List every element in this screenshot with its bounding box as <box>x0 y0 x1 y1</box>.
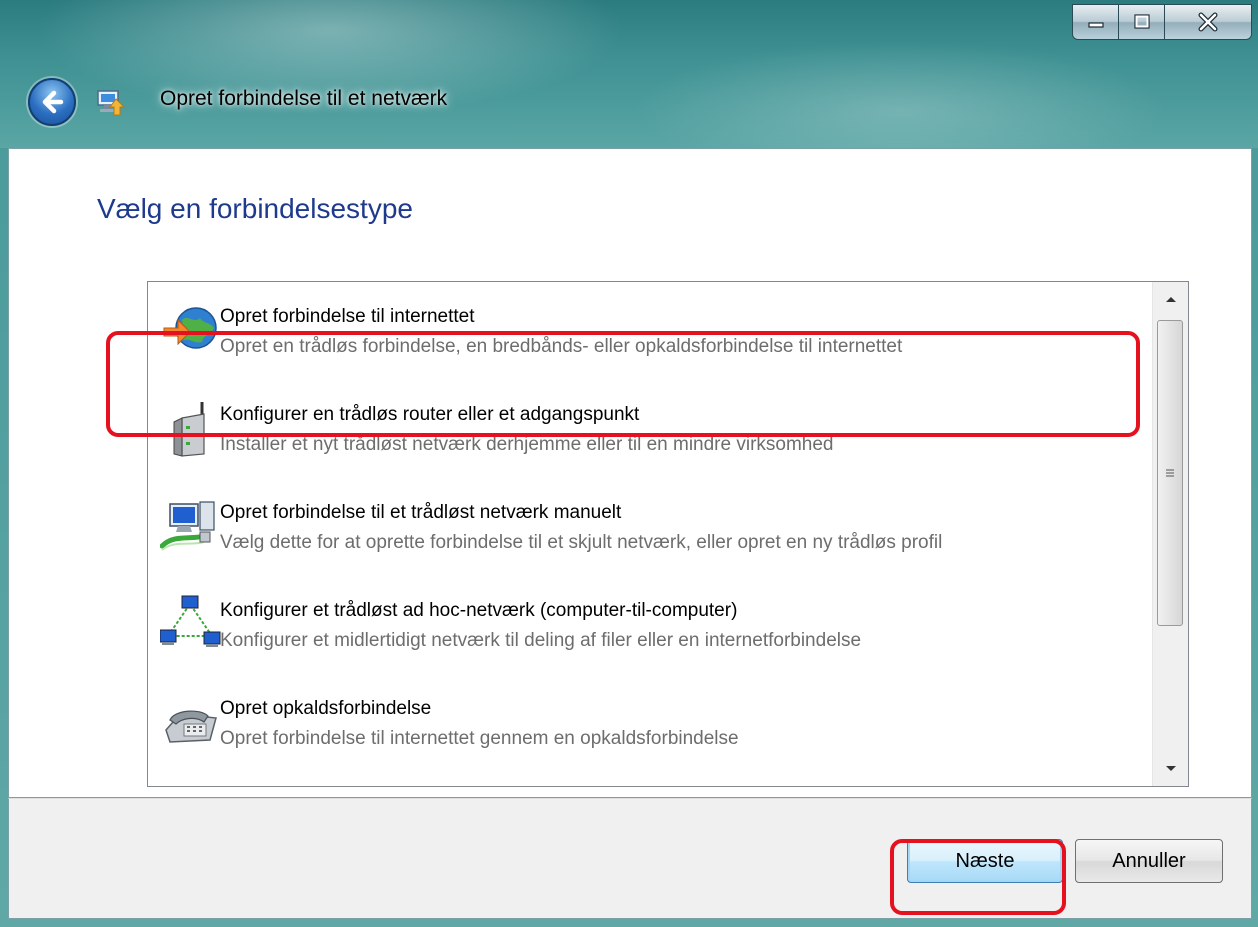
network-wizard-icon <box>97 90 126 116</box>
vertical-scrollbar[interactable] <box>1152 282 1188 786</box>
list-item-dialup[interactable]: Opret opkaldsforbindelse Opret forbindel… <box>148 674 1150 770</box>
minimize-icon <box>1087 22 1104 28</box>
wizard-content: Vælg en forbindelsestype Opret forbindel… <box>8 148 1252 798</box>
maximize-icon <box>1133 14 1150 29</box>
window-controls <box>1072 4 1252 40</box>
scroll-down-button[interactable] <box>1153 752 1188 786</box>
dialup-phone-icon <box>165 710 217 743</box>
list-item-manual-wireless[interactable]: Opret forbindelse til et trådløst netvær… <box>148 478 1150 574</box>
scroll-up-button[interactable] <box>1153 282 1188 316</box>
minimize-button[interactable] <box>1073 5 1119 39</box>
list-item-description: Konfigurer et midlertidigt netværk til d… <box>220 630 862 651</box>
maximize-button[interactable] <box>1119 5 1165 39</box>
back-button[interactable] <box>28 78 76 126</box>
cancel-button[interactable]: Annuller <box>1075 839 1223 883</box>
list-item-description: Opret en trådløs forbindelse, en bredbån… <box>220 336 903 357</box>
wizard-footer: Næste Annuller <box>8 798 1252 919</box>
close-button[interactable] <box>1165 5 1251 39</box>
wizard-window: Opret forbindelse til et netværk Vælg en… <box>0 0 1258 927</box>
back-arrow-icon <box>42 90 64 114</box>
window-title: Opret forbindelse til et netværk <box>160 87 448 110</box>
list-item-title: Konfigurer en trådløs router eller et ad… <box>220 404 640 425</box>
scroll-thumb[interactable] <box>1157 320 1183 626</box>
list-item-title: Konfigurer et trådløst ad hoc-netværk (c… <box>220 600 738 621</box>
grip-icon <box>1166 469 1174 477</box>
close-icon <box>1198 12 1218 32</box>
list-item-description: Installer et nyt trådløst netværk derhje… <box>220 434 834 455</box>
list-item-internet[interactable]: Opret forbindelse til internettet Opret … <box>148 282 1150 378</box>
next-button[interactable]: Næste <box>907 839 1063 883</box>
list-item-description: Opret forbindelse til internettet gennem… <box>220 728 739 749</box>
list-item-adhoc[interactable]: Konfigurer et trådløst ad hoc-netværk (c… <box>148 576 1150 672</box>
wizard-nav-bar: Opret forbindelse til et netværk <box>0 75 1258 129</box>
connection-type-list[interactable]: Opret forbindelse til internettet Opret … <box>147 281 1189 787</box>
list-item-title: Opret forbindelse til et trådløst netvær… <box>220 502 622 523</box>
list-item-wireless-router[interactable]: Konfigurer en trådløs router eller et ad… <box>148 380 1150 476</box>
wireless-router-icon <box>173 402 205 457</box>
globe-internet-icon <box>163 307 217 349</box>
list-item-title: Opret forbindelse til internettet <box>220 306 475 327</box>
list-item-title: Opret opkaldsforbindelse <box>220 698 432 719</box>
arrow-down-icon <box>1165 766 1176 771</box>
page-heading: Vælg en forbindelsestype <box>97 193 413 224</box>
list-item-description: Vælg dette for at oprette forbindelse ti… <box>220 532 943 553</box>
arrow-up-icon <box>1165 297 1176 302</box>
adhoc-network-icon <box>160 595 221 647</box>
manual-wireless-network-icon <box>160 501 215 551</box>
